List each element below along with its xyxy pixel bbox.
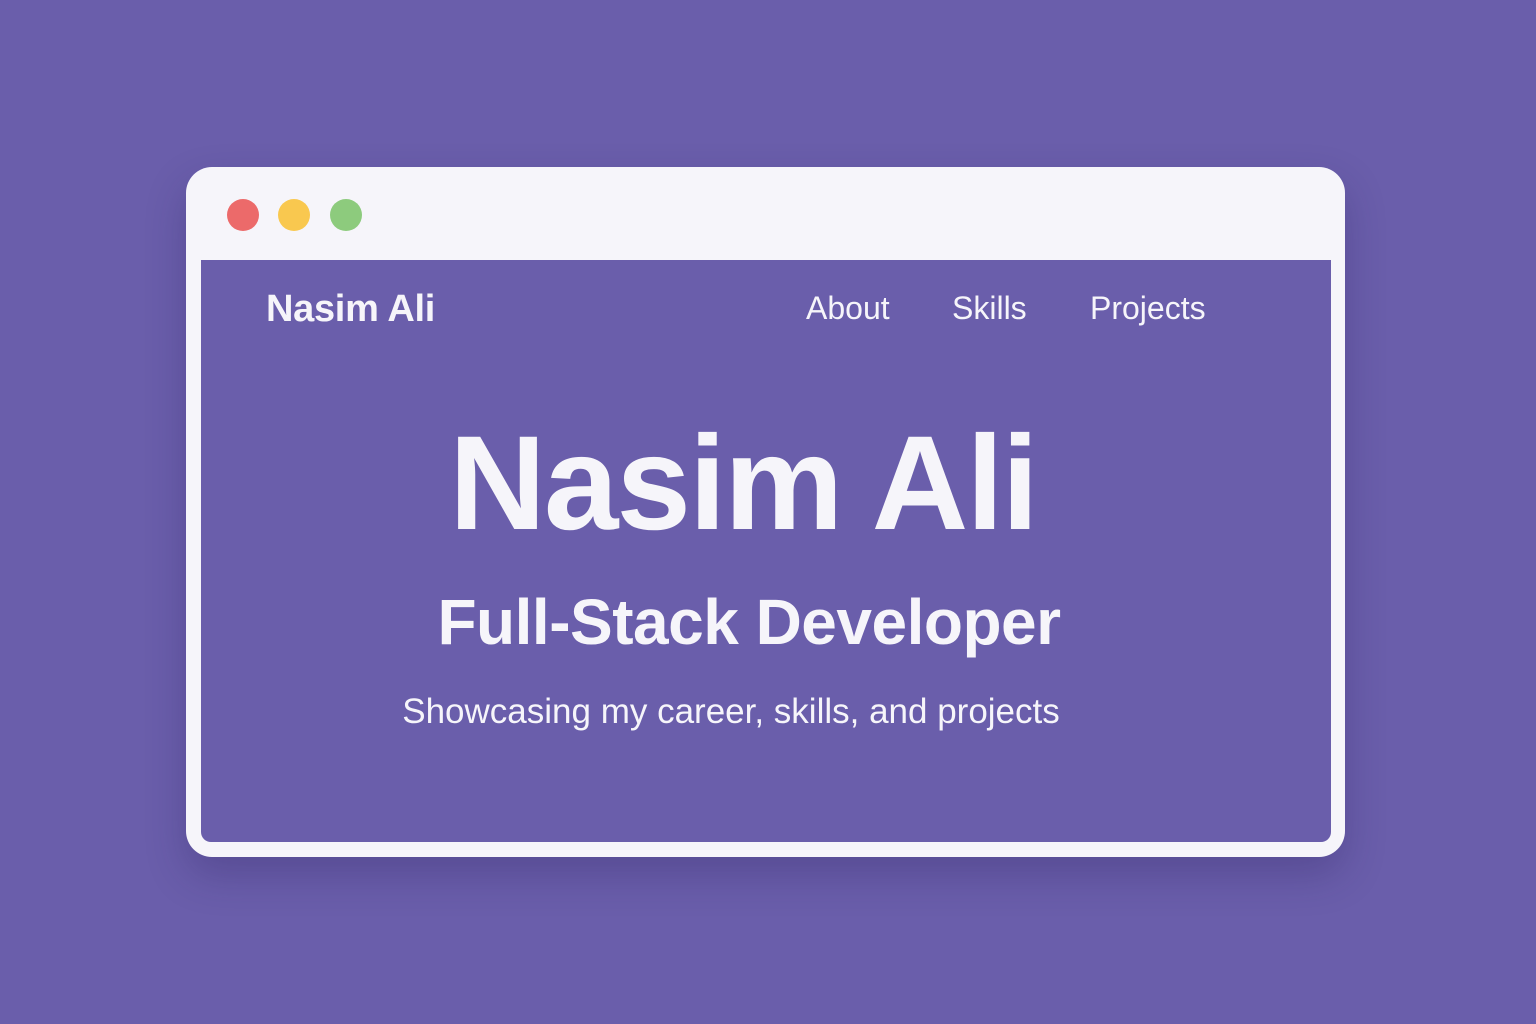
nav-link-skills[interactable]: Skills [952,290,1027,327]
hero-tagline: Showcasing my career, skills, and projec… [402,692,1060,731]
hero-title: Nasim Ali [449,409,1039,558]
page-viewport: Nasim Ali About Skills Projects Nasim Al… [201,260,1331,842]
maximize-window-button[interactable] [330,199,362,231]
hero-subtitle: Full-Stack Developer [437,586,1061,658]
minimize-window-button[interactable] [278,199,310,231]
window-titlebar [186,167,1345,260]
nav-link-projects[interactable]: Projects [1090,290,1206,327]
close-window-button[interactable] [227,199,259,231]
site-brand[interactable]: Nasim Ali [266,288,435,331]
nav-link-about[interactable]: About [806,290,890,327]
browser-window: Nasim Ali About Skills Projects Nasim Al… [186,167,1345,857]
